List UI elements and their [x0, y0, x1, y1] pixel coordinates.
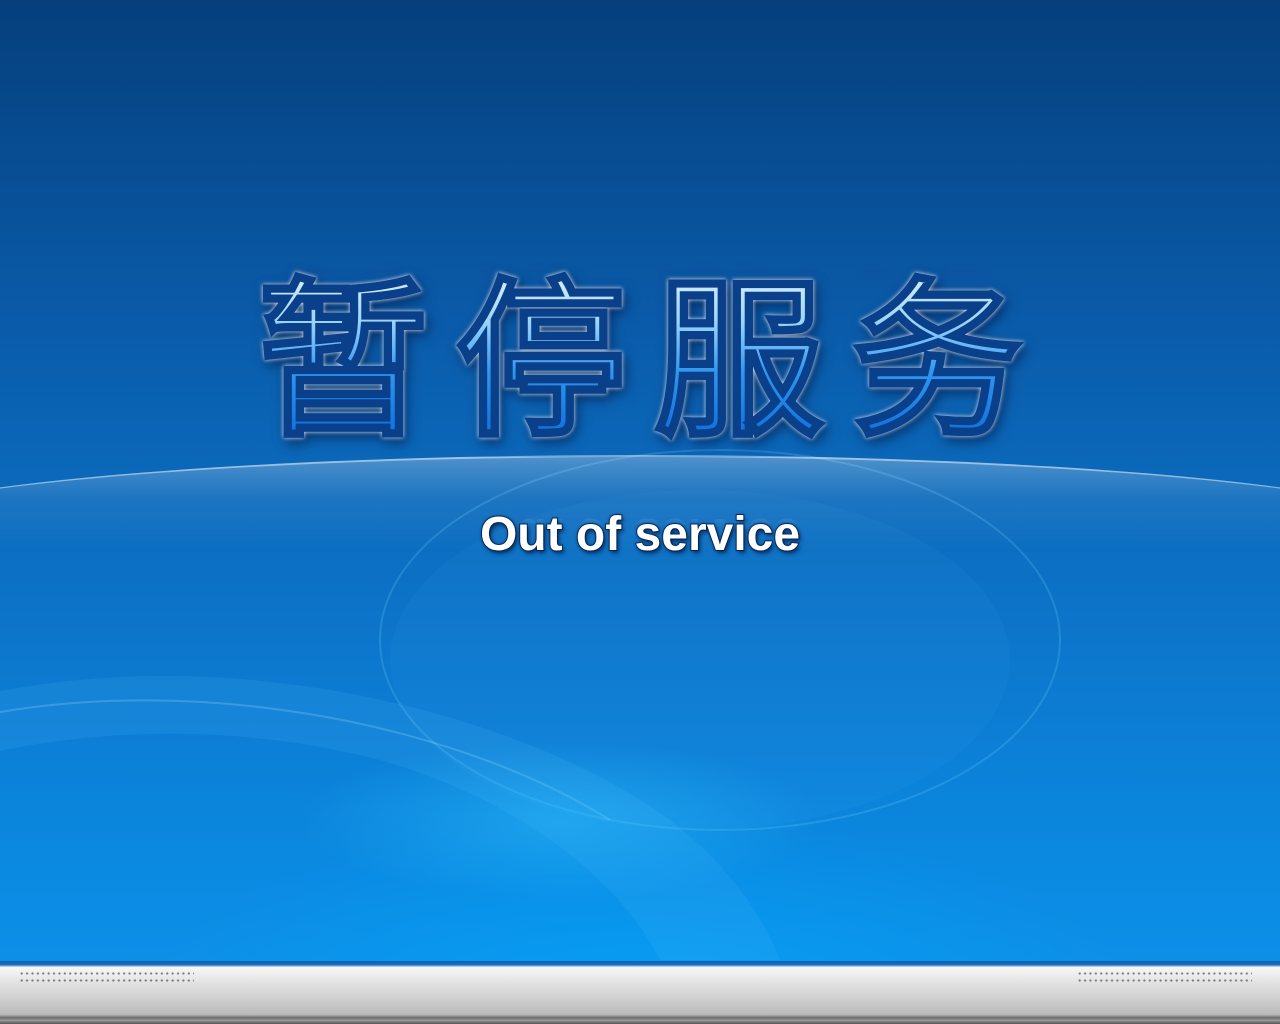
out-of-service-screen: 暂停服务 暂停服务 Out of service Out of service — [0, 0, 1280, 1024]
speaker-grille-icon — [18, 970, 194, 984]
speaker-grille-icon — [1076, 970, 1252, 984]
page-title: 暂停服务 — [0, 262, 1280, 463]
status-message: Out of service — [479, 507, 801, 562]
